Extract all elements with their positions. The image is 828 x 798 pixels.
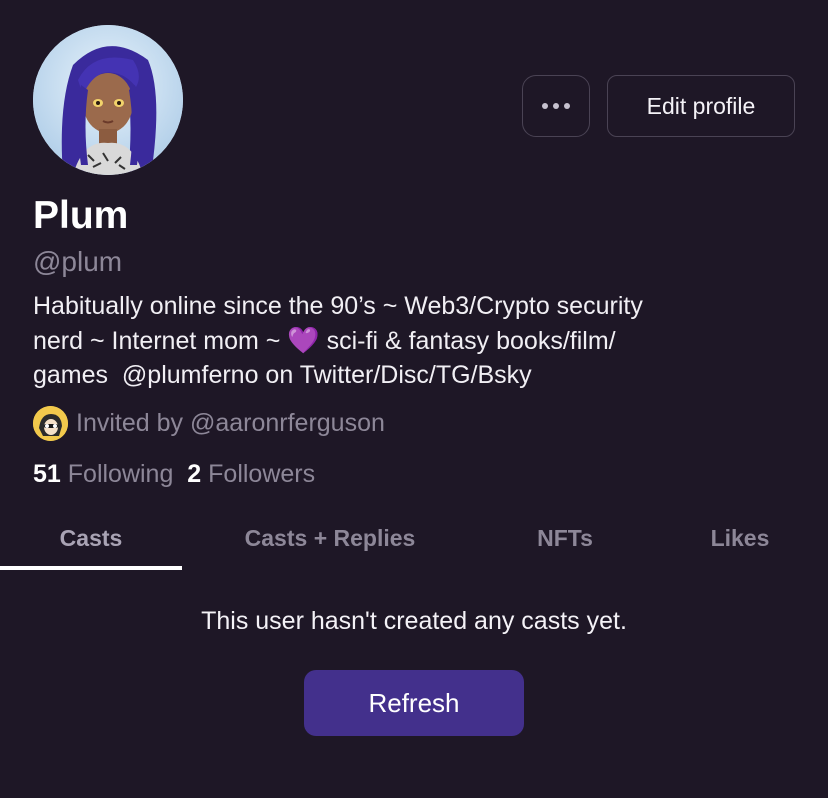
profile-tabs: Casts Casts + Replies NFTs Likes (0, 510, 828, 570)
empty-feed-message: This user hasn't created any casts yet. (201, 607, 627, 635)
tab-casts[interactable]: Casts (0, 510, 182, 566)
follow-stats: 51 Following 2 Followers (33, 457, 315, 491)
display-name: Plum (33, 194, 129, 237)
tab-casts-replies[interactable]: Casts + Replies (205, 510, 455, 566)
bio-line-text: nerd ~ Internet mom ~ (33, 327, 288, 355)
invited-by-text: Invited by @aaronrferguson (76, 408, 385, 437)
active-tab-indicator (0, 566, 182, 570)
refresh-button[interactable]: Refresh (304, 670, 524, 736)
bio-line: nerd ~ Internet mom ~ 💜 sci-fi & fantasy… (33, 323, 793, 358)
more-horizontal-icon-dot (564, 103, 570, 109)
inviter-avatar (33, 405, 68, 441)
tab-nfts[interactable]: NFTs (505, 510, 625, 566)
username: @plum (33, 246, 123, 277)
more-horizontal-icon (542, 103, 548, 109)
bio-line-text: sci-fi & fantasy books/film/ (319, 327, 616, 355)
following-label[interactable]: Following (68, 460, 174, 488)
edit-profile-button[interactable]: Edit profile (607, 75, 795, 137)
followers-count[interactable]: 2 (187, 460, 201, 488)
followers-label[interactable]: Followers (208, 460, 315, 488)
invited-by[interactable]: Invited by @aaronrferguson (33, 405, 385, 441)
bio-line: games @plumferno on Twitter/Disc/TG/Bsky (33, 361, 532, 389)
more-horizontal-icon-dot (553, 103, 559, 109)
purple-heart-icon: 💜 (287, 325, 320, 355)
more-options-button[interactable] (522, 75, 590, 137)
profile-avatar[interactable] (33, 25, 183, 175)
following-count[interactable]: 51 (33, 460, 61, 488)
profile-bio: Habitually online since the 90’s ~ Web3/… (33, 289, 793, 392)
tab-likes[interactable]: Likes (680, 510, 800, 566)
bio-line: Habitually online since the 90’s ~ Web3/… (33, 292, 643, 320)
